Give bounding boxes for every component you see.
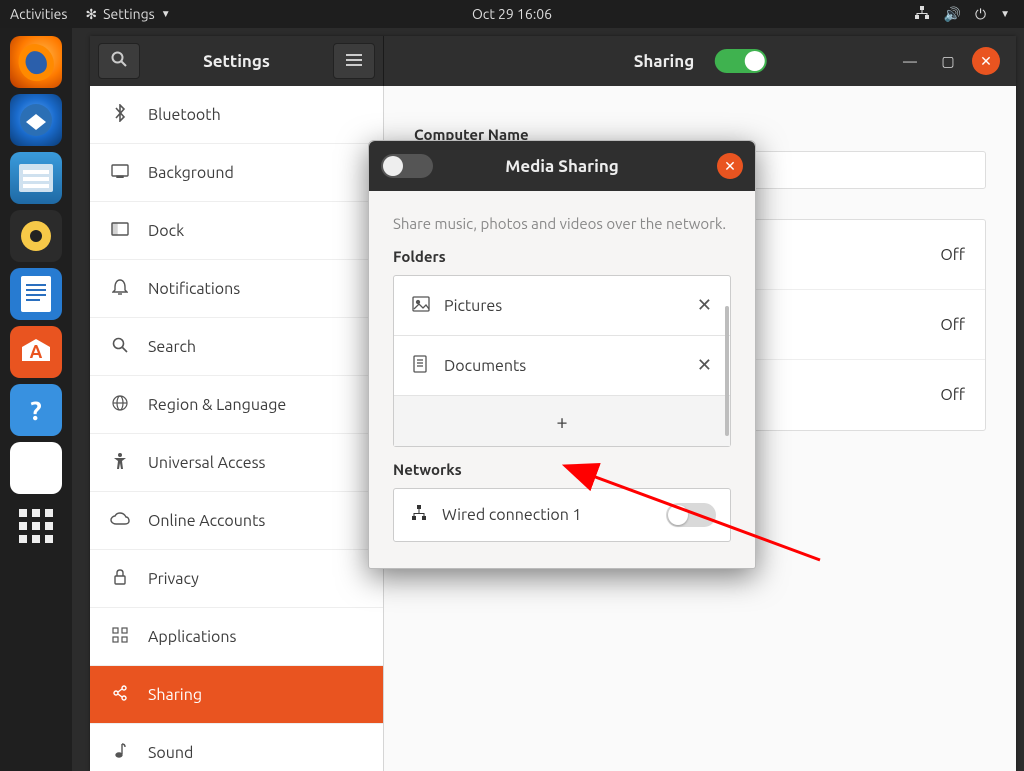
settings-sidebar: Bluetooth Background Dock Notifications [90, 86, 384, 771]
wired-network-icon [410, 505, 428, 525]
sidebar-item-label: Search [148, 338, 196, 356]
dialog-close-button[interactable]: ✕ [717, 153, 743, 179]
cloud-icon [110, 512, 130, 530]
networks-heading: Networks [393, 461, 731, 478]
sidebar-item-label: Region & Language [148, 396, 286, 414]
sharing-master-toggle[interactable] [714, 49, 766, 73]
accessibility-icon [110, 452, 130, 474]
launcher-thunderbird[interactable] [10, 94, 62, 146]
window-minimize-button[interactable]: — [896, 47, 924, 75]
search-icon [110, 337, 130, 357]
hamburger-button[interactable] [333, 43, 375, 79]
remove-folder-button[interactable]: ✕ [697, 355, 712, 376]
launcher-firefox[interactable] [10, 36, 62, 88]
sidebar-item-label: Online Accounts [148, 512, 265, 530]
media-sharing-dialog: Media Sharing ✕ Share music, photos and … [368, 140, 756, 569]
bluetooth-icon [110, 104, 130, 126]
sidebar-item-background[interactable]: Background [90, 144, 383, 202]
folder-row-pictures[interactable]: Pictures ✕ [394, 276, 730, 336]
sidebar-item-label: Sound [148, 744, 193, 762]
dialog-description: Share music, photos and videos over the … [393, 213, 731, 234]
sidebar-item-region-language[interactable]: Region & Language [90, 376, 383, 434]
gear-icon: ✻ [85, 6, 97, 23]
top-panel: Activities ✻ Settings ▼ Oct 29 16:06 🔊 ⏻… [0, 0, 1024, 28]
status-badge: Off [940, 316, 965, 334]
network-name: Wired connection 1 [442, 506, 582, 524]
sidebar-item-label: Notifications [148, 280, 240, 298]
sound-icon [110, 742, 130, 764]
sidebar-item-label: Background [148, 164, 234, 182]
sidebar-title: Settings [140, 52, 333, 71]
sidebar-item-online-accounts[interactable]: Online Accounts [90, 492, 383, 550]
network-toggle[interactable] [666, 503, 716, 527]
sidebar-item-universal-access[interactable]: Universal Access [90, 434, 383, 492]
launcher-libreoffice-writer[interactable] [10, 268, 62, 320]
window-maximize-button[interactable]: ▢ [934, 47, 962, 75]
launcher-amazon[interactable]: a [10, 442, 62, 494]
svg-text:A: A [30, 342, 43, 362]
lock-icon [110, 568, 130, 590]
status-badge: Off [940, 246, 965, 264]
close-icon: ✕ [724, 158, 736, 175]
sidebar-item-label: Sharing [148, 686, 202, 704]
sidebar-item-label: Dock [148, 222, 184, 240]
sidebar-item-applications[interactable]: Applications [90, 608, 383, 666]
sidebar-item-search[interactable]: Search [90, 318, 383, 376]
launcher-ubuntu-software[interactable]: A [10, 326, 62, 378]
clock[interactable]: Oct 29 16:06 [472, 6, 552, 22]
folders-heading: Folders [393, 248, 731, 265]
search-button[interactable] [98, 43, 140, 79]
status-badge: Off [940, 386, 965, 404]
search-icon [111, 51, 127, 71]
sidebar-item-sound[interactable]: Sound [90, 724, 383, 771]
bell-icon [110, 278, 130, 300]
applications-icon [110, 627, 130, 647]
folder-list: Pictures ✕ Documents ✕ + [393, 275, 731, 447]
sidebar-item-label: Universal Access [148, 454, 266, 472]
launcher-show-apps[interactable] [10, 500, 62, 552]
top-panel-app-menu[interactable]: ✻ Settings ▼ [85, 6, 170, 23]
network-row[interactable]: Wired connection 1 [393, 488, 731, 542]
document-icon [412, 355, 430, 377]
chevron-down-icon: ▼ [161, 8, 171, 20]
sidebar-item-label: Applications [148, 628, 236, 646]
remove-folder-button[interactable]: ✕ [697, 295, 712, 316]
launcher-help[interactable]: ? [10, 384, 62, 436]
sidebar-item-bluetooth[interactable]: Bluetooth [90, 86, 383, 144]
folder-name: Pictures [444, 297, 502, 315]
sidebar-item-privacy[interactable]: Privacy [90, 550, 383, 608]
activities-button[interactable]: Activities [10, 6, 67, 22]
plus-icon: + [556, 410, 567, 433]
hamburger-icon [346, 52, 362, 70]
sidebar-item-dock[interactable]: Dock [90, 202, 383, 260]
sidebar-item-label: Bluetooth [148, 106, 221, 124]
network-icon[interactable] [914, 6, 930, 23]
launcher-dock: A ? a [0, 28, 72, 771]
page-title: Sharing [634, 52, 695, 71]
system-menu-chevron-icon[interactable]: ▼ [1000, 8, 1010, 20]
dialog-title: Media Sharing [505, 157, 619, 176]
add-folder-button[interactable]: + [394, 396, 730, 446]
picture-icon [412, 296, 430, 316]
window-close-button[interactable]: ✕ [972, 47, 1000, 75]
background-icon [110, 164, 130, 182]
dock-icon [110, 222, 130, 240]
sidebar-item-label: Privacy [148, 570, 199, 588]
folder-row-documents[interactable]: Documents ✕ [394, 336, 730, 396]
sharing-icon [110, 685, 130, 705]
power-icon[interactable]: ⏻ [975, 6, 986, 23]
sidebar-item-sharing[interactable]: Sharing [90, 666, 383, 724]
media-sharing-toggle[interactable] [381, 154, 433, 178]
dialog-header: Media Sharing ✕ [369, 141, 755, 191]
launcher-rhythmbox[interactable] [10, 210, 62, 262]
launcher-files[interactable] [10, 152, 62, 204]
folder-name: Documents [444, 357, 526, 375]
headerbar: Settings Sharing — ▢ ✕ [90, 36, 1016, 86]
globe-icon [110, 395, 130, 415]
volume-icon[interactable]: 🔊 [944, 6, 961, 23]
sidebar-item-notifications[interactable]: Notifications [90, 260, 383, 318]
